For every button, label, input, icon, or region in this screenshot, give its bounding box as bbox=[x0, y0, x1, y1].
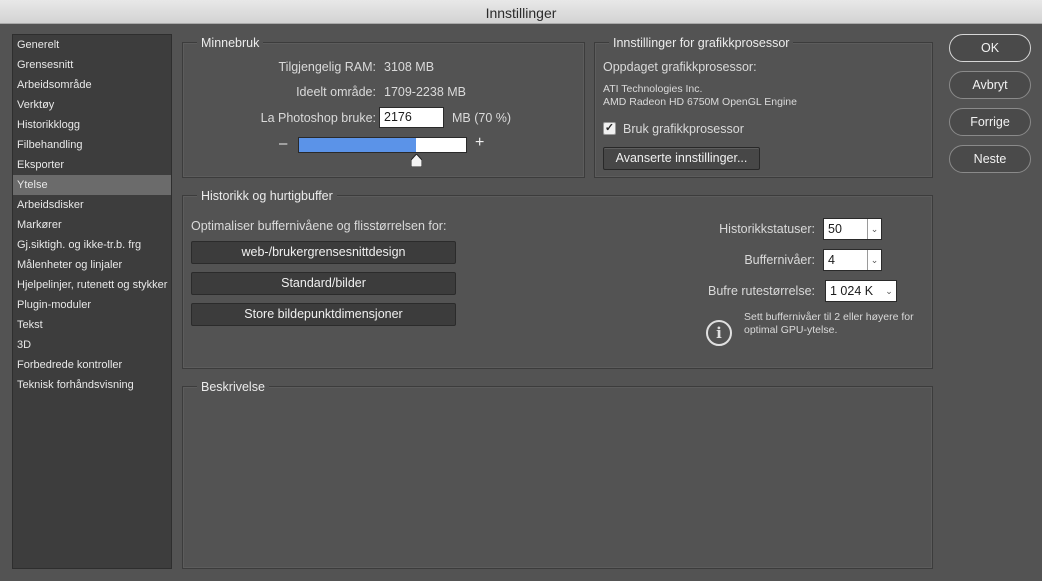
sidebar-item-ytelse[interactable]: Ytelse bbox=[13, 175, 171, 195]
preferences-sidebar: Generelt Grensesnitt Arbeidsområde Verkt… bbox=[12, 34, 172, 569]
cache-tile-size-label: Bufre rutestørrelse: bbox=[708, 284, 815, 298]
sidebar-item-arbeidsdisker[interactable]: Arbeidsdisker bbox=[13, 195, 171, 215]
history-states-label: Historikkstatuser: bbox=[719, 222, 815, 236]
available-ram-label: Tilgjengelig RAM: bbox=[278, 60, 377, 74]
info-icon: i bbox=[706, 320, 732, 346]
sidebar-item-technology-previews[interactable]: Teknisk forhåndsvisning bbox=[13, 375, 171, 395]
memory-slider-thumb[interactable] bbox=[410, 154, 422, 167]
default-photos-button[interactable]: Standard/bilder bbox=[191, 272, 456, 295]
history-states-value: 50 bbox=[828, 222, 842, 236]
gpu-detected-label: Oppdaget grafikkprosessor: bbox=[603, 60, 757, 74]
memory-decrease-button[interactable]: – bbox=[279, 135, 287, 152]
sidebar-item-filbehandling[interactable]: Filbehandling bbox=[13, 135, 171, 155]
cache-levels-label: Buffernivåer: bbox=[744, 253, 815, 267]
advanced-settings-button[interactable]: Avanserte innstillinger... bbox=[603, 147, 760, 170]
available-ram-value: 3108 MB bbox=[384, 60, 435, 74]
history-states-combobox[interactable]: 50 ⌄ bbox=[823, 218, 882, 240]
sidebar-item-guides[interactable]: Hjelpelinjer, rutenett og stykker bbox=[13, 275, 171, 295]
optimize-label: Optimaliser buffernivåene og flisstørrel… bbox=[191, 219, 447, 233]
sidebar-item-3d[interactable]: 3D bbox=[13, 335, 171, 355]
cache-levels-combobox[interactable]: 4 ⌄ bbox=[823, 249, 882, 271]
gpu-tip-line-1: Sett buffernivåer til 2 eller høyere for bbox=[744, 311, 914, 323]
sidebar-item-grensesnitt[interactable]: Grensesnitt bbox=[13, 55, 171, 75]
sidebar-item-eksporter[interactable]: Eksporter bbox=[13, 155, 171, 175]
sidebar-item-historikklogg[interactable]: Historikklogg bbox=[13, 115, 171, 135]
memory-unit-percent: MB (70 %) bbox=[452, 111, 512, 125]
sidebar-item-tekst[interactable]: Tekst bbox=[13, 315, 171, 335]
description-group: Beskrivelse bbox=[182, 380, 933, 569]
sidebar-item-enhanced-controls[interactable]: Forbedrede kontroller bbox=[13, 355, 171, 375]
use-gpu-checkbox[interactable]: ✓ bbox=[603, 122, 616, 135]
web-ui-design-button[interactable]: web-/brukergrensesnittdesign bbox=[191, 241, 456, 264]
ok-button[interactable]: OK bbox=[949, 34, 1031, 62]
window-title: Innstillinger bbox=[485, 5, 557, 21]
sidebar-item-generelt[interactable]: Generelt bbox=[13, 35, 171, 55]
gpu-tip-line-2: optimal GPU-ytelse. bbox=[744, 324, 838, 336]
sidebar-item-verktoy[interactable]: Verktøy bbox=[13, 95, 171, 115]
window-titlebar: Innstillinger bbox=[0, 0, 1042, 24]
sidebar-item-transparency[interactable]: Gj.siktigh. og ikke-tr.b. frg bbox=[13, 235, 171, 255]
sidebar-item-units[interactable]: Målenheter og linjaler bbox=[13, 255, 171, 275]
memory-increase-button[interactable]: + bbox=[475, 134, 484, 152]
chevron-down-icon[interactable]: ⌄ bbox=[882, 281, 896, 301]
cache-tile-size-select[interactable]: 1 024 K ⌄ bbox=[825, 280, 897, 302]
cancel-button[interactable]: Avbryt bbox=[949, 71, 1031, 99]
preferences-dialog: Generelt Grensesnitt Arbeidsområde Verkt… bbox=[0, 24, 1042, 581]
gpu-vendor: ATI Technologies Inc. bbox=[603, 83, 703, 95]
sidebar-item-markorer[interactable]: Markører bbox=[13, 215, 171, 235]
memory-usage-title: Minnebruk bbox=[197, 36, 264, 50]
memory-amount-input[interactable]: 2176 bbox=[379, 107, 444, 128]
sidebar-item-arbeidsomrade[interactable]: Arbeidsområde bbox=[13, 75, 171, 95]
next-button[interactable]: Neste bbox=[949, 145, 1031, 173]
history-cache-title: Historikk og hurtigbuffer bbox=[197, 189, 337, 203]
photoshop-use-label: La Photoshop bruke: bbox=[260, 111, 376, 125]
use-gpu-label: Bruk grafikkprosessor bbox=[623, 122, 744, 136]
sidebar-item-plugins[interactable]: Plugin-moduler bbox=[13, 295, 171, 315]
ideal-range-label: Ideelt område: bbox=[296, 85, 376, 99]
chevron-down-icon[interactable]: ⌄ bbox=[867, 250, 881, 270]
chevron-down-icon[interactable]: ⌄ bbox=[867, 219, 881, 239]
gpu-settings-title: Innstillinger for grafikkprosessor bbox=[609, 36, 794, 50]
description-title: Beskrivelse bbox=[197, 380, 269, 394]
previous-button[interactable]: Forrige bbox=[949, 108, 1031, 136]
cache-levels-value: 4 bbox=[828, 253, 835, 267]
memory-slider-fill bbox=[299, 138, 416, 152]
cache-tile-size-value: 1 024 K bbox=[830, 284, 874, 298]
memory-slider-track[interactable] bbox=[298, 137, 467, 153]
huge-pixel-dimensions-button[interactable]: Store bildepunktdimensjoner bbox=[191, 303, 456, 326]
ideal-range-value: 1709-2238 MB bbox=[384, 85, 467, 99]
gpu-model: AMD Radeon HD 6750M OpenGL Engine bbox=[603, 96, 797, 108]
